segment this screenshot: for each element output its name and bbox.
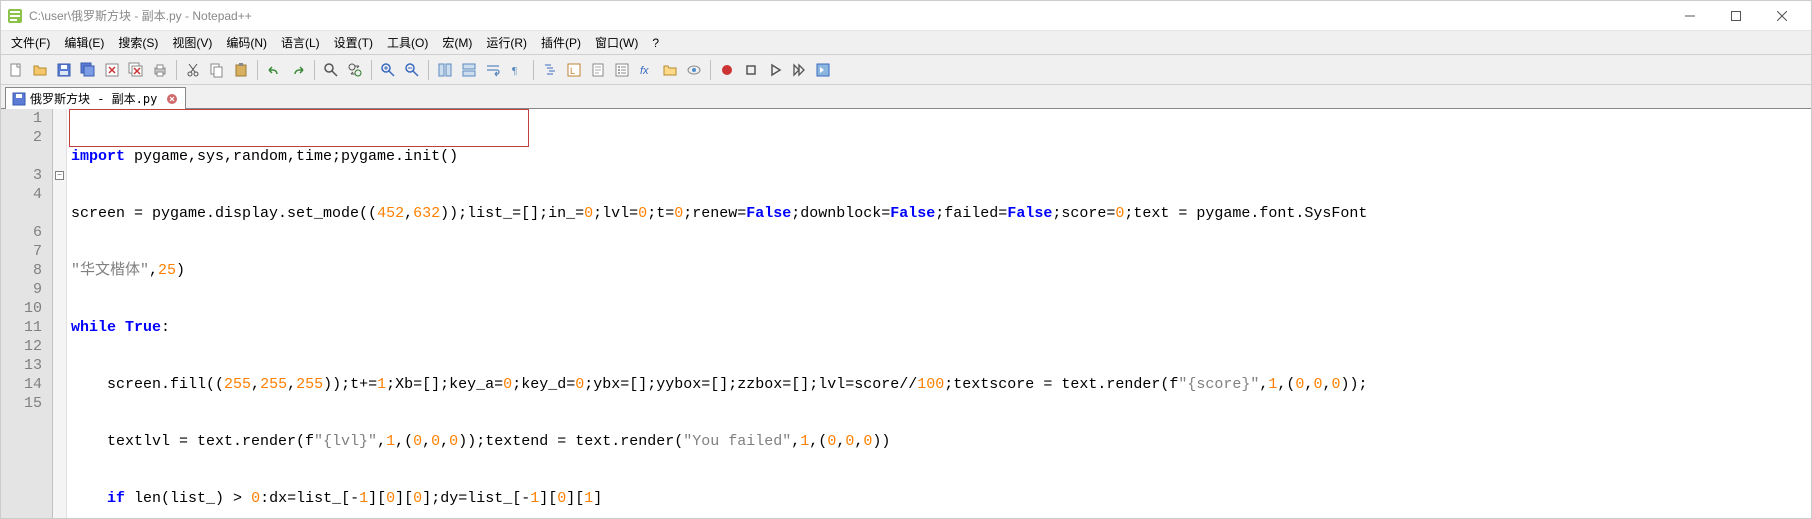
user-lang-icon[interactable]: L — [563, 59, 585, 81]
line-number: 4 — [1, 185, 42, 204]
line-number: 11 — [1, 318, 42, 337]
menu-edit[interactable]: 编辑(E) — [58, 32, 110, 53]
menu-settings[interactable]: 设置(T) — [328, 32, 379, 53]
toolbar-separator — [428, 60, 429, 80]
minimize-button[interactable] — [1667, 1, 1713, 31]
line-number-gutter: 1 2 3 4 6 7 8 9 10 11 12 13 14 15 — [1, 109, 53, 518]
close-file-icon[interactable] — [101, 59, 123, 81]
monitoring-icon[interactable] — [683, 59, 705, 81]
zoom-in-icon[interactable] — [377, 59, 399, 81]
menu-tools[interactable]: 工具(O) — [381, 32, 434, 53]
toolbar-separator — [176, 60, 177, 80]
toolbar-separator — [371, 60, 372, 80]
line-number: 12 — [1, 337, 42, 356]
code-line[interactable]: import pygame,sys,random,time;pygame.ini… — [71, 147, 1811, 166]
notepadpp-window: C:\user\俄罗斯方块 - 副本.py - Notepad++ 文件(F) … — [0, 0, 1812, 519]
fold-column: − — [53, 109, 67, 518]
line-number: 1 — [1, 109, 42, 128]
menu-help[interactable]: ? — [646, 34, 665, 52]
code-line[interactable]: "华文楷体",25) — [71, 261, 1811, 280]
sync-hscroll-icon[interactable] — [458, 59, 480, 81]
toolbar-separator — [710, 60, 711, 80]
close-all-icon[interactable] — [125, 59, 147, 81]
fold-collapse-icon[interactable]: − — [55, 171, 64, 180]
play-multi-icon[interactable] — [788, 59, 810, 81]
find-icon[interactable] — [320, 59, 342, 81]
menu-file[interactable]: 文件(F) — [5, 32, 56, 53]
line-number: 14 — [1, 375, 42, 394]
save-macro-icon[interactable] — [812, 59, 834, 81]
menu-run[interactable]: 运行(R) — [480, 32, 533, 53]
save-all-icon[interactable] — [77, 59, 99, 81]
tabbar: 俄罗斯方块 - 副本.py — [1, 85, 1811, 109]
svg-text:fx: fx — [640, 65, 649, 77]
code-area[interactable]: import pygame,sys,random,time;pygame.ini… — [67, 109, 1811, 518]
new-file-icon[interactable] — [5, 59, 27, 81]
cut-icon[interactable] — [182, 59, 204, 81]
line-number: 10 — [1, 299, 42, 318]
copy-icon[interactable] — [206, 59, 228, 81]
menu-encoding[interactable]: 编码(N) — [220, 32, 273, 53]
function-list-icon[interactable]: fx — [635, 59, 657, 81]
file-saved-icon — [12, 92, 26, 106]
replace-icon[interactable] — [344, 59, 366, 81]
indent-guide-icon[interactable] — [539, 59, 561, 81]
tab-close-icon[interactable] — [165, 92, 179, 106]
code-line[interactable]: if len(list_) > 0:dx=list_[-1][0][0];dy=… — [71, 489, 1811, 508]
code-line[interactable]: textlvl = text.render(f"{lvl}",1,(0,0,0)… — [71, 432, 1811, 451]
tab-label: 俄罗斯方块 - 副本.py — [30, 90, 157, 107]
record-macro-icon[interactable] — [716, 59, 738, 81]
zoom-out-icon[interactable] — [401, 59, 423, 81]
code-line[interactable]: screen = pygame.display.set_mode((452,63… — [71, 204, 1811, 223]
doc-map-icon[interactable] — [587, 59, 609, 81]
word-wrap-icon[interactable] — [482, 59, 504, 81]
line-number: 7 — [1, 242, 42, 261]
line-number: 15 — [1, 394, 42, 413]
svg-text:¶: ¶ — [512, 65, 517, 77]
stop-macro-icon[interactable] — [740, 59, 762, 81]
code-line[interactable]: screen.fill((255,255,255));t+=1;Xb=[];ke… — [71, 375, 1811, 394]
line-number: 13 — [1, 356, 42, 375]
titlebar: C:\user\俄罗斯方块 - 副本.py - Notepad++ — [1, 1, 1811, 31]
paste-icon[interactable] — [230, 59, 252, 81]
line-number: 3 — [1, 166, 42, 185]
print-icon[interactable] — [149, 59, 171, 81]
save-icon[interactable] — [53, 59, 75, 81]
svg-text:L: L — [570, 66, 575, 76]
toolbar-separator — [257, 60, 258, 80]
line-number — [1, 413, 42, 432]
menu-view[interactable]: 视图(V) — [166, 32, 218, 53]
menu-language[interactable]: 语言(L) — [275, 32, 326, 53]
line-number — [1, 204, 42, 223]
editor[interactable]: 1 2 3 4 6 7 8 9 10 11 12 13 14 15 − — [1, 109, 1811, 518]
toolbar: ¶ L fx — [1, 55, 1811, 85]
maximize-button[interactable] — [1713, 1, 1759, 31]
toolbar-separator — [533, 60, 534, 80]
line-number: 8 — [1, 261, 42, 280]
tab-active[interactable]: 俄罗斯方块 - 副本.py — [5, 87, 186, 109]
undo-icon[interactable] — [263, 59, 285, 81]
line-number: 9 — [1, 280, 42, 299]
app-icon — [7, 8, 23, 24]
show-all-chars-icon[interactable]: ¶ — [506, 59, 528, 81]
redo-icon[interactable] — [287, 59, 309, 81]
toolbar-separator — [314, 60, 315, 80]
open-file-icon[interactable] — [29, 59, 51, 81]
play-macro-icon[interactable] — [764, 59, 786, 81]
line-number — [1, 147, 42, 166]
menu-plugins[interactable]: 插件(P) — [535, 32, 587, 53]
sync-vscroll-icon[interactable] — [434, 59, 456, 81]
doc-list-icon[interactable] — [611, 59, 633, 81]
folder-workspace-icon[interactable] — [659, 59, 681, 81]
line-number: 2 — [1, 128, 42, 147]
window-controls — [1667, 1, 1805, 31]
menu-search[interactable]: 搜索(S) — [112, 32, 164, 53]
code-line[interactable]: while True: — [71, 318, 1811, 337]
line-number: 6 — [1, 223, 42, 242]
menubar: 文件(F) 编辑(E) 搜索(S) 视图(V) 编码(N) 语言(L) 设置(T… — [1, 31, 1811, 55]
menu-macro[interactable]: 宏(M) — [436, 32, 478, 53]
window-title: C:\user\俄罗斯方块 - 副本.py - Notepad++ — [29, 7, 1667, 24]
close-button[interactable] — [1759, 1, 1805, 31]
menu-window[interactable]: 窗口(W) — [589, 32, 644, 53]
